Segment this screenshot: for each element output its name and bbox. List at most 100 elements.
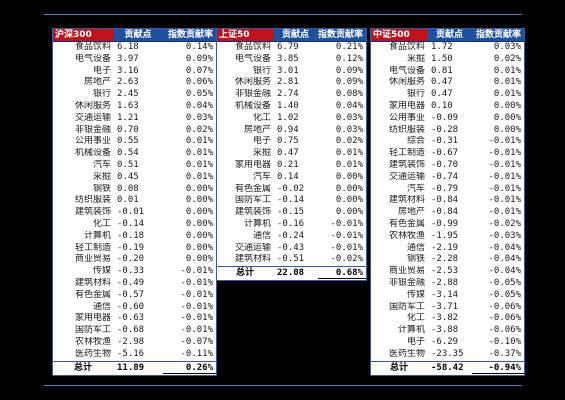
sector-name: 建筑材料 xyxy=(234,254,271,265)
table-row: 有色金属 -0.02 0.00% xyxy=(217,183,366,196)
table-row: 综合 -0.31 -0.01% xyxy=(371,136,524,149)
sector-name: 建筑装饰 xyxy=(388,159,425,170)
sector-name: 建筑材料 xyxy=(388,195,425,206)
contribution-rate: -0.01% xyxy=(180,313,213,324)
table-row: 通信 -0.24 -0.01% xyxy=(217,230,366,243)
sector-name: 医药生物 xyxy=(388,348,425,359)
csi500-table: 中证500 贡献点 指数贡献率 食品饮料 1.72 0.03% 采掘 1.50 0.02% 电气设… xyxy=(370,28,525,376)
table-row: 电子 -6.29 -0.10% xyxy=(371,336,524,349)
total-label: 总计 xyxy=(235,268,254,279)
table-row: 非银金融 2.74 0.08% xyxy=(217,89,366,101)
contribution-points: -0.51 xyxy=(277,254,305,265)
total-points: 22.08 xyxy=(277,268,305,279)
sector-name: 有色金属 xyxy=(388,218,425,229)
contribution-rate: -0.37% xyxy=(488,348,521,359)
table-row: 计算机 -0.18 0.00% xyxy=(53,230,216,243)
contribution-points: -3.71 xyxy=(431,301,459,312)
contribution-points: 0.55 xyxy=(117,136,139,147)
table-row: 交通运输 -0.74 -0.01% xyxy=(371,171,524,184)
sector-name: 钢铁 xyxy=(406,254,425,265)
sector-name: 建筑装饰 xyxy=(234,207,271,218)
contribution-points: 2.74 xyxy=(277,89,299,100)
contribution-points: -0.63 xyxy=(117,313,145,324)
contribution-points: -0.18 xyxy=(117,230,145,241)
sector-name: 计算机 xyxy=(397,325,425,336)
contribution-points: 6.18 xyxy=(117,42,139,52)
contribution-points: 0.47 xyxy=(277,148,299,159)
contribution-points: 0.47 xyxy=(431,77,453,88)
contribution-points: -0.43 xyxy=(277,242,305,253)
contribution-rate-header: 指数贡献率 xyxy=(318,30,364,40)
table-row: 公用事业 -0.09 0.00% xyxy=(371,112,524,125)
contribution-rate: 0.09% xyxy=(335,77,363,88)
contribution-points: -0.28 xyxy=(431,124,459,135)
sector-name: 房地产 xyxy=(83,77,111,88)
table-row: 纺织服装 -0.28 0.00% xyxy=(371,124,524,137)
table-row: 电气设备 3.85 0.12% xyxy=(217,53,366,66)
total-points: -58.42 xyxy=(431,362,464,373)
contribution-points: 0.45 xyxy=(117,171,139,182)
sector-name: 采掘 xyxy=(252,148,271,159)
table-row: 化工 -3.82 -0.06% xyxy=(371,313,524,326)
contribution-points: -0.24 xyxy=(277,230,305,241)
contribution-points: -0.01 xyxy=(117,207,145,218)
sector-name: 国防军工 xyxy=(234,195,271,206)
contribution-rate: 0.03% xyxy=(493,42,521,52)
contribution-points: -5.16 xyxy=(117,348,145,359)
table-row: 非银金融 0.70 0.02% xyxy=(53,124,216,137)
contribution-rate: -0.01% xyxy=(488,195,521,206)
index-name-header: 沪深300 xyxy=(53,29,113,41)
contribution-points: 2.45 xyxy=(117,89,139,100)
sector-name: 非银金融 xyxy=(234,89,271,100)
contribution-rate: 0.03% xyxy=(335,112,363,123)
sse50-table: 上证50 贡献点 指数贡献率 食品饮料 6.79 0.21% 电气设备 3.85 0.12% 银行… xyxy=(216,28,367,282)
contribution-points: 0.70 xyxy=(117,124,139,135)
total-label: 总计 xyxy=(73,362,92,373)
contribution-rate: -0.06% xyxy=(488,325,521,336)
table-row: 采掘 0.45 0.01% xyxy=(53,171,216,184)
table-row: 汽车 0.51 0.01% xyxy=(53,159,216,172)
contribution-points: -6.29 xyxy=(431,336,459,347)
sector-name: 家用电器 xyxy=(234,159,271,170)
contribution-points: 0.10 xyxy=(431,100,453,111)
table-row: 钢铁 -2.28 -0.04% xyxy=(371,254,524,267)
sector-name: 商业贸易 xyxy=(74,254,111,265)
contribution-rate: 0.00% xyxy=(493,100,521,111)
contribution-rate: 0.09% xyxy=(185,53,213,64)
sector-name: 机械设备 xyxy=(74,148,111,159)
sector-name: 电气设备 xyxy=(74,53,111,64)
sector-name: 国防军工 xyxy=(74,325,111,336)
table-row: 汽车 -0.79 -0.01% xyxy=(371,183,524,196)
contribution-points: -0.16 xyxy=(277,218,305,229)
total-rate: 0.26% xyxy=(163,362,216,374)
contribution-points: -3.88 xyxy=(431,325,459,336)
contribution-points: 1.21 xyxy=(117,112,139,123)
contribution-rate: 0.00% xyxy=(493,124,521,135)
table-row: 轻工制造 -0.67 -0.01% xyxy=(371,148,524,160)
contribution-points: 3.85 xyxy=(277,53,299,64)
contribution-rate-header: 指数贡献率 xyxy=(475,30,521,40)
contribution-rate: 0.00% xyxy=(335,207,363,218)
contribution-points-header: 贡献点 xyxy=(124,30,152,40)
table-row: 钢铁 0.08 0.00% xyxy=(53,183,216,196)
sector-name: 休闲服务 xyxy=(234,77,271,88)
contribution-points: -0.67 xyxy=(431,148,459,159)
table-row: 医药生物 -23.35 -0.37% xyxy=(371,348,524,361)
sector-name: 采掘 xyxy=(406,53,425,64)
sector-name: 家用电器 xyxy=(74,313,111,324)
sector-name: 非银金融 xyxy=(74,124,111,135)
contribution-rate: -0.11% xyxy=(180,348,213,359)
sector-name: 汽车 xyxy=(406,183,425,194)
sector-name: 银行 xyxy=(406,89,425,100)
table-row: 国防军工 -3.71 -0.06% xyxy=(371,301,524,314)
contribution-points: 0.75 xyxy=(277,136,299,147)
table-row: 计算机 -3.88 -0.06% xyxy=(371,325,524,337)
sector-name: 汽车 xyxy=(252,171,271,182)
table-row: 有色金属 -0.57 -0.01% xyxy=(53,289,216,302)
sector-name: 电子 xyxy=(92,65,111,76)
contribution-points: 0.54 xyxy=(117,148,139,159)
sector-name: 电子 xyxy=(406,336,425,347)
table-row: 商业贸易 -2.53 -0.04% xyxy=(371,266,524,278)
sector-name: 钢铁 xyxy=(92,183,111,194)
total-label: 总计 xyxy=(389,362,408,373)
